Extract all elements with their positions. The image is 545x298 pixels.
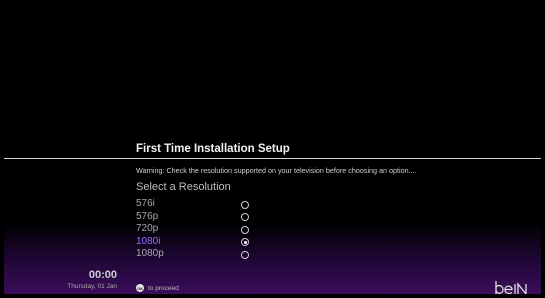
resolution-option-576p[interactable]: 576p: [136, 211, 266, 224]
resolution-label: 576i: [136, 198, 155, 209]
proceed-hint-text: to proceed: [148, 284, 179, 292]
resolution-label: 720p: [136, 223, 159, 234]
radio-button[interactable]: [241, 213, 249, 221]
radio-button[interactable]: [241, 225, 249, 234]
radio-button[interactable]: [241, 250, 249, 259]
resolution-option-1080i[interactable]: 1080i: [136, 236, 266, 249]
clock-date: Thursday, 01 Jan: [67, 283, 117, 290]
resolution-list: 576i 576p 720p 1080i 1080p: [136, 198, 266, 261]
resolution-label: 576p: [136, 210, 159, 222]
resolution-label: 1080i: [136, 235, 161, 247]
radio-dot-icon: [243, 240, 247, 244]
radio-button[interactable]: [241, 200, 249, 209]
resolution-option-720p[interactable]: 720p: [136, 223, 266, 236]
section-title: Select a Resolution: [136, 181, 231, 193]
bein-logo-icon: [495, 281, 527, 294]
resolution-option-1080p[interactable]: 1080p: [136, 248, 266, 261]
warning-text: Warning: Check the resolution supported …: [136, 166, 417, 175]
proceed-hint: OK to proceed: [136, 284, 179, 292]
resolution-option-576i[interactable]: 576i: [136, 198, 266, 211]
title-divider: [4, 158, 541, 159]
radio-button-selected[interactable]: [241, 238, 249, 246]
tv-screen: First Time Installation Setup Warning: C…: [4, 4, 541, 294]
clock-time: 00:00: [88, 269, 117, 281]
resolution-label: 1080p: [136, 248, 164, 259]
page-title: First Time Installation Setup: [136, 143, 290, 155]
ok-button-icon: OK: [136, 284, 144, 292]
